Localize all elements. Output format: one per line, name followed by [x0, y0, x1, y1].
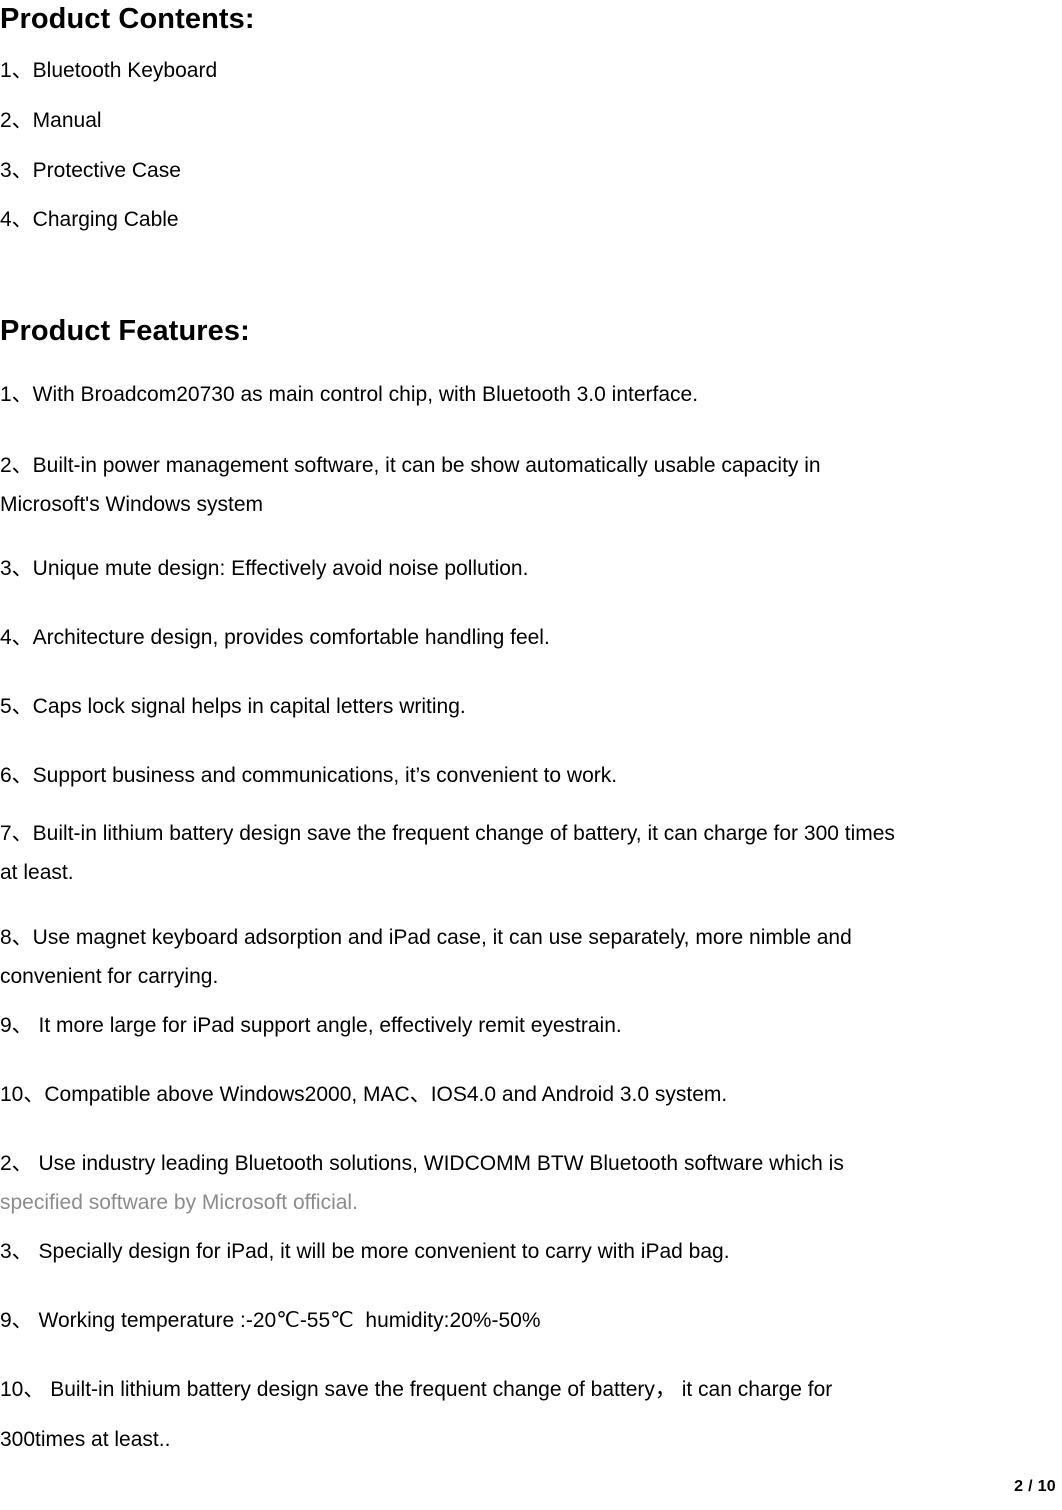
continued-item-3: 3、 Specially design for iPad, it will be…: [0, 1240, 730, 1263]
contents-item-3: 3、Protective Case: [0, 159, 181, 182]
features-item-7-line-2: at least.: [0, 861, 74, 884]
features-item-3: 3、Unique mute design: Effectively avoid …: [0, 557, 529, 580]
contents-item-4: 4、Charging Cable: [0, 208, 179, 231]
contents-item-1: 1、Bluetooth Keyboard: [0, 59, 218, 82]
continued-item-10-line-1: 10、 Built-in lithium battery design save…: [0, 1378, 833, 1401]
features-item-4: 4、Architecture design, provides comforta…: [0, 626, 550, 649]
continued-item-9: 9、 Working temperature :-20℃-55℃ humidit…: [0, 1309, 541, 1332]
features-item-9: 9、 It more large for iPad support angle,…: [0, 1014, 622, 1037]
features-item-5: 5、Caps lock signal helps in capital lett…: [0, 695, 466, 718]
document-page: Product Contents: 1、Bluetooth Keyboard 2…: [0, 0, 1062, 1510]
heading-product-features: Product Features:: [0, 315, 250, 347]
continued-item-2-line-1: 2、 Use industry leading Bluetooth soluti…: [0, 1152, 844, 1175]
features-item-2-line-1: 2、Built-in power management software, it…: [0, 454, 821, 477]
page-number-footer: 2 / 10: [1014, 1478, 1056, 1495]
features-item-2-line-2: Microsoft's Windows system: [0, 493, 264, 516]
features-item-10: 10、Compatible above Windows2000, MAC、IOS…: [0, 1083, 728, 1106]
features-item-1: 1、With Broadcom20730 as main control chi…: [0, 383, 699, 406]
features-item-7-line-1: 7、Built-in lithium battery design save t…: [0, 822, 895, 845]
features-item-8-line-1: 8、Use magnet keyboard adsorption and iPa…: [0, 926, 852, 949]
features-item-6: 6、Support business and communications, i…: [0, 764, 618, 787]
heading-product-contents: Product Contents:: [0, 3, 255, 35]
continued-item-10-line-2: 300times at least..: [0, 1428, 171, 1451]
continued-item-2-line-2-muted: specified software by Microsoft official…: [0, 1191, 358, 1214]
features-item-8-line-2: convenient for carrying.: [0, 965, 219, 988]
contents-item-2: 2、Manual: [0, 109, 102, 132]
